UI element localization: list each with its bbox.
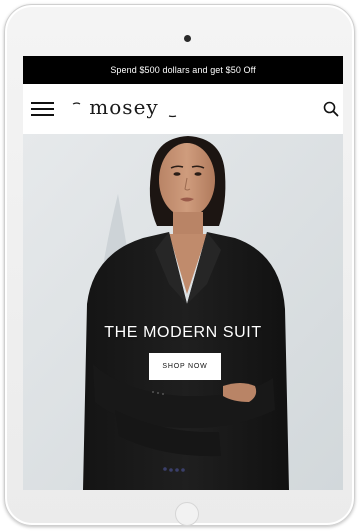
brand-logo[interactable]: mosey <box>71 92 177 126</box>
shop-now-button[interactable]: SHOP NOW <box>149 353 221 380</box>
screen: Spend $500 dollars and get $50 Off mosey <box>23 56 343 490</box>
hero-title: THE MODERN SUIT <box>104 324 262 341</box>
promo-banner[interactable]: Spend $500 dollars and get $50 Off <box>23 56 343 84</box>
promo-text: Spend $500 dollars and get $50 Off <box>110 65 256 75</box>
site-header: mosey <box>23 84 343 134</box>
hero-banner[interactable]: THE MODERN SUIT SHOP NOW <box>23 134 343 490</box>
home-button[interactable] <box>175 502 199 526</box>
hero-model-photo <box>23 134 343 490</box>
hamburger-menu-icon[interactable] <box>31 100 55 118</box>
front-camera <box>184 35 191 42</box>
search-icon[interactable] <box>323 101 339 117</box>
logo-underline-icon <box>72 102 177 118</box>
